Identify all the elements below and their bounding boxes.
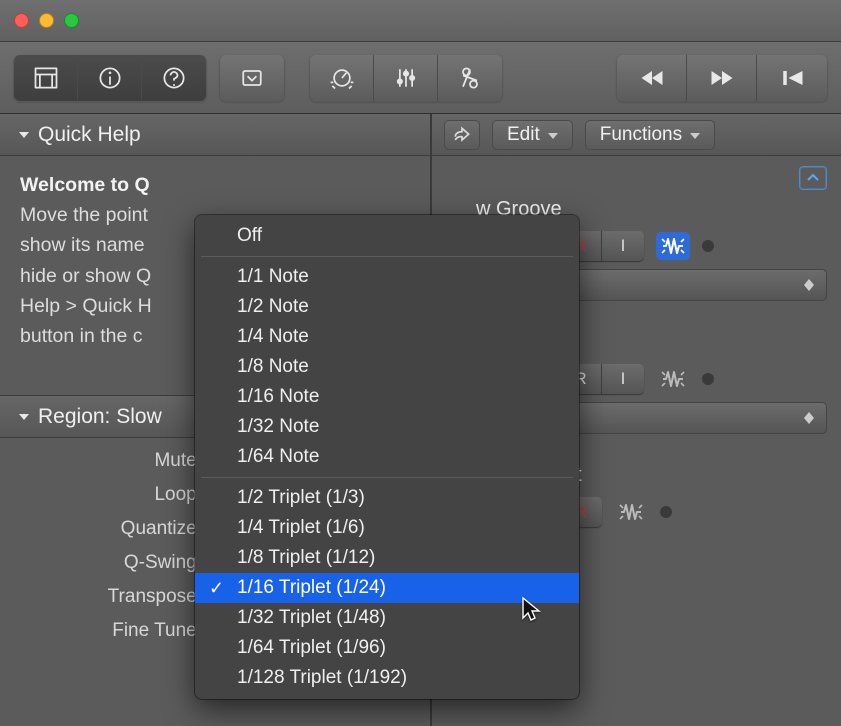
hide-flex-button[interactable] bbox=[799, 166, 827, 190]
quantize-option[interactable]: 1/8 Triplet (1/12) bbox=[195, 543, 579, 573]
minimize-window-button[interactable] bbox=[39, 13, 54, 28]
chevron-down-icon bbox=[690, 124, 700, 146]
checkmark-icon: ✓ bbox=[209, 578, 224, 599]
chevron-down-icon bbox=[548, 124, 558, 146]
param-label: Quantize: bbox=[0, 518, 212, 540]
quantize-option[interactable]: 1/4 Triplet (1/6) bbox=[195, 513, 579, 543]
track-color-dot bbox=[702, 240, 714, 252]
param-label: Q-Swing: bbox=[0, 552, 212, 574]
input-monitor-button[interactable]: I bbox=[602, 364, 644, 394]
zoom-window-button[interactable] bbox=[64, 13, 79, 28]
functions-menu[interactable]: Functions bbox=[585, 120, 715, 150]
quantize-popup-menu[interactable]: Off 1/1 Note1/2 Note1/4 Note1/8 Note1/16 … bbox=[195, 215, 579, 699]
main-toolbar bbox=[0, 42, 841, 114]
rewind-button[interactable] bbox=[617, 55, 687, 101]
toolbar-toggle-button[interactable] bbox=[220, 55, 284, 101]
mixer-button[interactable] bbox=[374, 55, 438, 101]
param-label: Transpose: bbox=[0, 586, 212, 608]
quantize-option[interactable]: 1/128 Triplet (1/192) bbox=[195, 663, 579, 693]
inspector-button[interactable] bbox=[78, 55, 142, 101]
go-to-start-button[interactable] bbox=[757, 55, 827, 101]
smart-controls-button[interactable] bbox=[310, 55, 374, 101]
quantize-option[interactable]: 1/8 Note bbox=[195, 352, 579, 382]
catch-playhead-button[interactable] bbox=[444, 120, 480, 150]
input-monitor-button[interactable]: I bbox=[602, 231, 644, 261]
library-button[interactable] bbox=[14, 55, 78, 101]
quantize-option[interactable]: 1/32 Note bbox=[195, 412, 579, 442]
quantize-option[interactable]: 1/16 Note bbox=[195, 382, 579, 412]
flex-icon[interactable] bbox=[614, 498, 648, 526]
quantize-option[interactable]: 1/1 Note bbox=[195, 262, 579, 292]
quantize-option[interactable]: 1/2 Triplet (1/3) bbox=[195, 483, 579, 513]
stepper-icon bbox=[804, 412, 814, 424]
param-label: Loop: bbox=[0, 484, 212, 506]
editors-button[interactable] bbox=[438, 55, 502, 101]
stepper-icon bbox=[804, 279, 814, 291]
track-color-dot bbox=[660, 506, 672, 518]
menu-separator bbox=[201, 477, 573, 478]
disclosure-triangle-icon bbox=[18, 123, 30, 147]
window-titlebar bbox=[0, 0, 841, 42]
menu-separator bbox=[201, 256, 573, 257]
track-toolbar: Edit Functions bbox=[432, 114, 841, 156]
quantize-option[interactable]: 1/4 Note bbox=[195, 322, 579, 352]
quick-help-title: Quick Help bbox=[38, 123, 141, 147]
edit-menu[interactable]: Edit bbox=[492, 120, 573, 150]
disclosure-triangle-icon bbox=[18, 405, 30, 429]
quick-help-header[interactable]: Quick Help bbox=[0, 114, 430, 156]
quick-help-button[interactable] bbox=[142, 55, 206, 101]
param-label: Fine Tune: bbox=[0, 620, 212, 642]
quantize-option[interactable]: 1/2 Note bbox=[195, 292, 579, 322]
quantize-option[interactable]: 1/64 Note bbox=[195, 442, 579, 472]
param-label: Mute: bbox=[0, 450, 212, 472]
close-window-button[interactable] bbox=[14, 13, 29, 28]
mouse-cursor-icon bbox=[521, 596, 541, 622]
flex-icon[interactable] bbox=[656, 232, 690, 260]
quantize-option[interactable]: 1/64 Triplet (1/96) bbox=[195, 633, 579, 663]
flex-icon[interactable] bbox=[656, 365, 690, 393]
track-color-dot bbox=[702, 373, 714, 385]
region-title: Region: Slow bbox=[38, 405, 162, 429]
forward-button[interactable] bbox=[687, 55, 757, 101]
quantize-option[interactable]: Off bbox=[195, 221, 579, 251]
